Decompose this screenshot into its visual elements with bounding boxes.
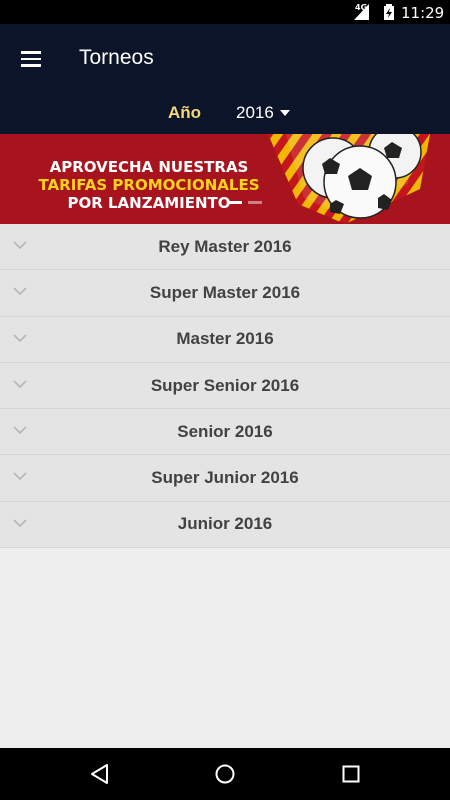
home-icon[interactable] <box>213 762 237 786</box>
year-dropdown[interactable]: 2016 <box>236 101 290 125</box>
year-dropdown-value: 2016 <box>236 103 274 122</box>
promo-line-1: APROVECHA NUESTRAS <box>49 158 249 176</box>
chevron-down-icon <box>13 241 27 250</box>
chevron-down-icon <box>13 287 27 296</box>
network-type: 4G <box>355 3 368 12</box>
tournament-row[interactable]: Super Junior 2016 <box>0 455 450 502</box>
chevron-down-icon <box>13 472 27 481</box>
app-bar: Torneos Año 2016 <box>0 24 450 134</box>
tournament-row[interactable]: Super Master 2016 <box>0 270 450 317</box>
tournament-row[interactable]: Super Senior 2016 <box>0 362 450 410</box>
tournament-row[interactable]: Master 2016 <box>0 316 450 363</box>
tournament-name: Master 2016 <box>176 329 274 349</box>
promo-banner[interactable]: APROVECHA NUESTRAS TARIFAS PROMOCIONALES… <box>0 134 450 224</box>
chevron-down-icon <box>13 426 27 435</box>
chevron-down-icon <box>13 519 27 527</box>
status-bar: 4G 11:29 <box>0 0 450 24</box>
carousel-dot-2[interactable] <box>248 201 262 204</box>
tournament-row[interactable]: Junior 2016 <box>0 501 450 549</box>
tournament-row[interactable]: Senior 2016 <box>0 409 450 456</box>
promo-line-2: TARIFAS PROMOCIONALES <box>38 176 260 194</box>
carousel-indicator <box>228 201 262 204</box>
recent-apps-icon[interactable] <box>339 762 363 786</box>
page-title: Torneos <box>79 46 154 69</box>
chevron-down-icon <box>13 380 27 389</box>
carousel-dot-1[interactable] <box>228 201 242 204</box>
battery-charging-icon <box>384 4 394 20</box>
year-filter-label: Año <box>168 103 202 122</box>
chevron-down-icon <box>13 334 27 342</box>
tournament-name: Super Senior 2016 <box>150 375 300 395</box>
tournament-name: Senior 2016 <box>177 421 273 441</box>
hamburger-menu-icon[interactable] <box>14 44 48 74</box>
tournament-name: Super Junior 2016 <box>151 468 299 488</box>
tournament-name: Junior 2016 <box>177 514 273 534</box>
system-nav-bar <box>0 748 450 800</box>
status-time: 11:29 <box>401 4 445 22</box>
dropdown-arrow-icon <box>279 110 290 116</box>
back-icon[interactable] <box>88 762 112 786</box>
tournament-list: Rey Master 2016 Super Master 2016 Master… <box>0 224 450 549</box>
tournament-name: Rey Master 2016 <box>158 236 292 256</box>
tournament-row[interactable]: Rey Master 2016 <box>0 224 450 271</box>
tournament-name: Super Master 2016 <box>149 282 301 302</box>
